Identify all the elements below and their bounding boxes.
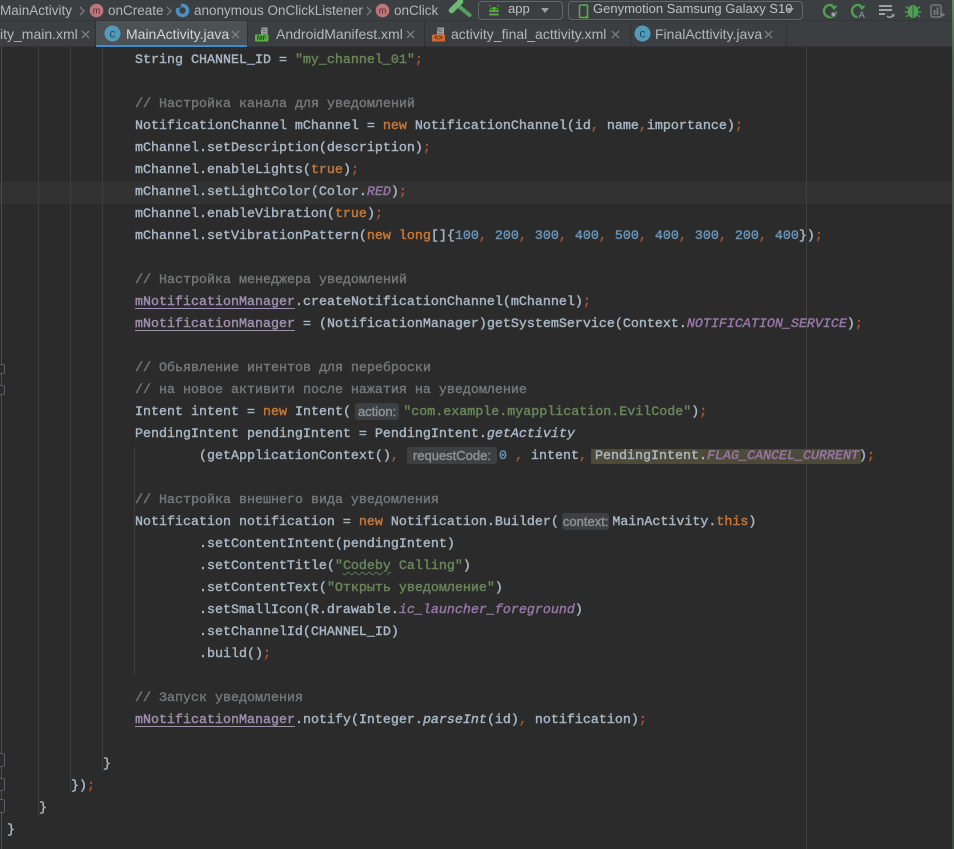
svg-text:m: m <box>93 6 101 16</box>
svg-text:m: m <box>379 6 387 16</box>
svg-text:MF: MF <box>257 35 267 42</box>
svg-text:C: C <box>639 30 645 42</box>
svg-text:A: A <box>859 10 866 20</box>
svg-text:C: C <box>109 30 115 42</box>
svg-text:<>: <> <box>434 35 442 43</box>
